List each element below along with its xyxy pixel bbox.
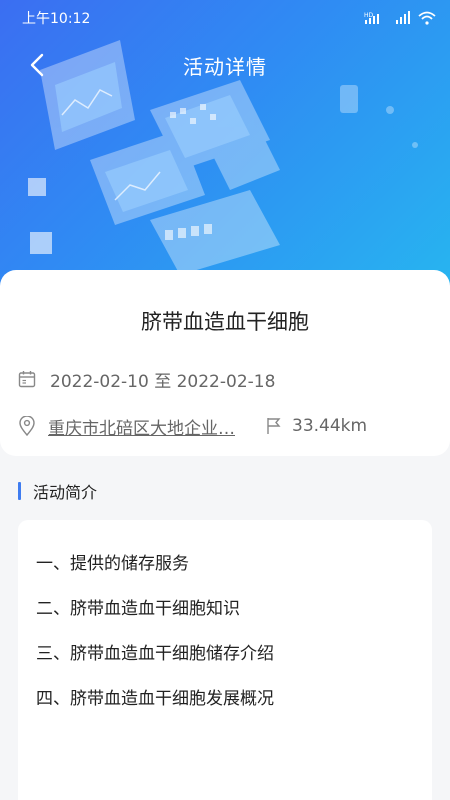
event-title: 脐带血造血干细胞: [141, 310, 309, 334]
chevron-left-icon: [30, 53, 44, 77]
status-bar: 上午10:12 HD: [0, 0, 450, 36]
intro-section-title: 活动简介: [33, 483, 98, 502]
intro-card: 一、提供的储存服务 二、脐带血造血干细胞知识 三、脐带血造血干细胞储存介绍 四、…: [18, 520, 432, 800]
event-info-card: 脐带血造血干细胞 2022-02-10 至 2022-02-18 重庆市北碚区大…: [0, 270, 450, 456]
nav-bar: 活动详情: [0, 40, 450, 90]
event-location-row: 重庆市北碚区大地企业… 33.44km: [18, 413, 367, 439]
event-date-row: 2022-02-10 至 2022-02-18: [18, 366, 275, 392]
calendar-icon: [18, 370, 36, 388]
signal-icon: [396, 11, 410, 24]
intro-item: 三、脐带血造血干细胞储存介绍: [36, 644, 274, 664]
wifi-icon: [418, 11, 436, 25]
intro-section-header: 活动简介: [18, 480, 97, 502]
section-accent-bar: [18, 482, 21, 500]
event-date-range: 2022-02-10 至 2022-02-18: [50, 371, 276, 392]
status-icons: HD: [364, 11, 436, 25]
page-title: 活动详情: [183, 54, 267, 79]
location-pin-icon: [18, 416, 36, 436]
back-button[interactable]: [22, 50, 52, 80]
intro-list: 一、提供的储存服务 二、脐带血造血干细胞知识 三、脐带血造血干细胞储存介绍 四、…: [36, 550, 274, 730]
hd-signal-icon: HD: [364, 12, 379, 24]
intro-item: 一、提供的储存服务: [36, 554, 189, 574]
flag-icon: [266, 417, 282, 435]
intro-item: 四、脐带血造血干细胞发展概况: [36, 689, 274, 709]
event-distance: 33.44km: [292, 416, 368, 436]
intro-item: 二、脐带血造血干细胞知识: [36, 599, 240, 619]
event-address-link[interactable]: 重庆市北碚区大地企业…: [48, 414, 248, 439]
distance-info: 33.44km: [266, 416, 367, 436]
status-time: 上午10:12: [22, 11, 91, 27]
hero-banner: 上午10:12 HD 活动详情: [0, 0, 450, 300]
svg-text:HD: HD: [364, 12, 374, 19]
